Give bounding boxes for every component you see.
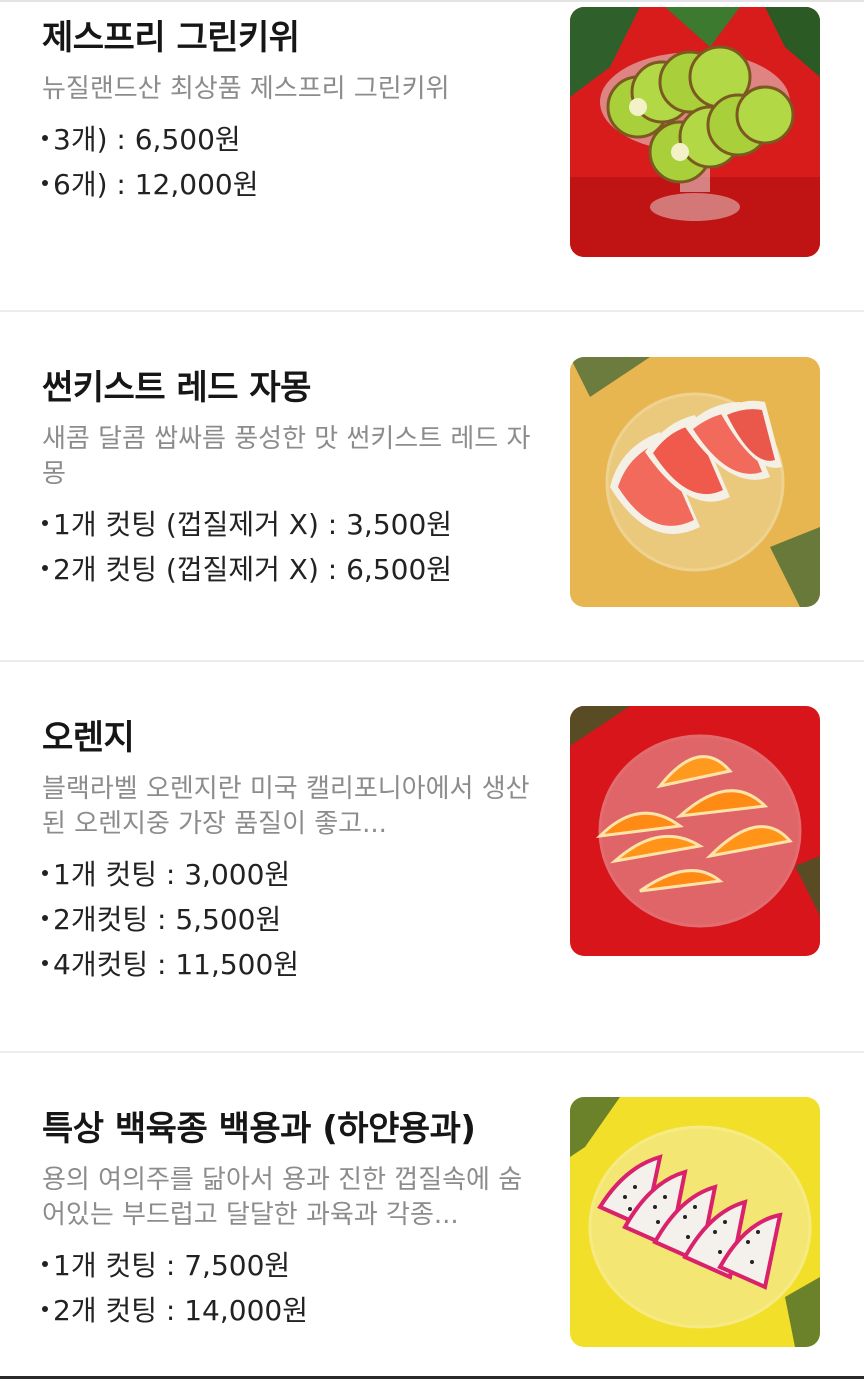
product-option: 1개 컷팅 : 3,000원 — [42, 852, 542, 897]
bullet-icon — [42, 565, 48, 571]
product-option: 4개컷팅 : 11,500원 — [42, 942, 542, 987]
product-description: 뉴질랜드산 최상품 제스프리 그린키위 — [42, 74, 450, 104]
product-options: 3개) : 6,500원 6개) : 12,000원 — [42, 117, 542, 207]
bullet-icon — [42, 960, 48, 966]
product-option: 6개) : 12,000원 — [42, 162, 542, 207]
product-title: 특상 백육종 백용과 (하얀용과) — [42, 1109, 476, 1149]
product-title: 오렌지 — [42, 718, 135, 758]
product-options: 1개 컷팅 (껍질제거 X) : 3,500원 2개 컷팅 (껍질제거 X) :… — [42, 502, 542, 592]
bullet-icon — [42, 180, 48, 186]
bullet-icon — [42, 135, 48, 141]
product-option: 2개 컷팅 : 14,000원 — [42, 1288, 542, 1333]
product-option: 2개컷팅 : 5,500원 — [42, 897, 542, 942]
bullet-icon — [42, 1261, 48, 1267]
kiwi-image-art — [570, 7, 820, 257]
product-options: 1개 컷팅 : 3,000원 2개컷팅 : 5,500원 4개컷팅 : 11,5… — [42, 852, 542, 987]
product-description: 블랙라벨 오렌지란 미국 캘리포니아에서 생산된 오렌지중 가장 품질이 좋고.… — [42, 774, 530, 839]
option-text: 1개 컷팅 (껍질제거 X) : 3,500원 — [53, 508, 453, 541]
product-item-orange[interactable]: 오렌지 블랙라벨 오렌지란 미국 캘리포니아에서 생산된 오렌지중 가장 품질이… — [0, 662, 864, 1052]
dragonfruit-slices-photo[interactable] — [570, 1097, 820, 1347]
product-description: 용의 여의주를 닮아서 용과 진한 껍질속에 숨어있는 부드럽고 달달한 과육과… — [42, 1165, 523, 1230]
bullet-icon — [42, 520, 48, 526]
product-options: 1개 컷팅 : 7,500원 2개 컷팅 : 14,000원 — [42, 1243, 542, 1333]
product-title: 썬키스트 레드 자몽 — [42, 368, 311, 408]
product-option: 1개 컷팅 : 7,500원 — [42, 1243, 542, 1288]
grapefruit-image-art — [570, 357, 820, 607]
option-text: 1개 컷팅 : 3,000원 — [53, 858, 291, 891]
bullet-icon — [42, 1306, 48, 1312]
product-option: 2개 컷팅 (껍질제거 X) : 6,500원 — [42, 547, 542, 592]
option-text: 4개컷팅 : 11,500원 — [53, 948, 300, 981]
option-text: 6개) : 12,000원 — [53, 168, 259, 201]
orange-slices-photo[interactable] — [570, 706, 820, 956]
product-item-grapefruit[interactable]: 썬키스트 레드 자몽 새콤 달콤 쌉싸름 풍성한 맛 썬키스트 레드 자몽 1개… — [0, 312, 864, 660]
product-item-dragonfruit[interactable]: 특상 백육종 백용과 (하얀용과) 용의 여의주를 닮아서 용과 진한 껍질속에… — [0, 1053, 864, 1376]
product-title: 제스프리 그린키위 — [42, 18, 300, 58]
bullet-icon — [42, 870, 48, 876]
option-text: 2개컷팅 : 5,500원 — [53, 903, 282, 936]
product-option: 3개) : 6,500원 — [42, 117, 542, 162]
product-option: 1개 컷팅 (껍질제거 X) : 3,500원 — [42, 502, 542, 547]
option-text: 2개 컷팅 : 14,000원 — [53, 1294, 308, 1327]
dragonfruit-image-art — [570, 1097, 820, 1347]
product-item-kiwi[interactable]: 제스프리 그린키위 뉴질랜드산 최상품 제스프리 그린키위 3개) : 6,50… — [0, 0, 864, 312]
bullet-icon — [42, 915, 48, 921]
orange-image-art — [570, 706, 820, 956]
kiwi-slices-photo[interactable] — [570, 7, 820, 257]
option-text: 1개 컷팅 : 7,500원 — [53, 1249, 291, 1282]
product-description: 새콤 달콤 쌉싸름 풍성한 맛 썬키스트 레드 자몽 — [42, 424, 531, 489]
grapefruit-slices-photo[interactable] — [570, 357, 820, 607]
option-text: 2개 컷팅 (껍질제거 X) : 6,500원 — [53, 553, 453, 586]
option-text: 3개) : 6,500원 — [53, 123, 241, 156]
